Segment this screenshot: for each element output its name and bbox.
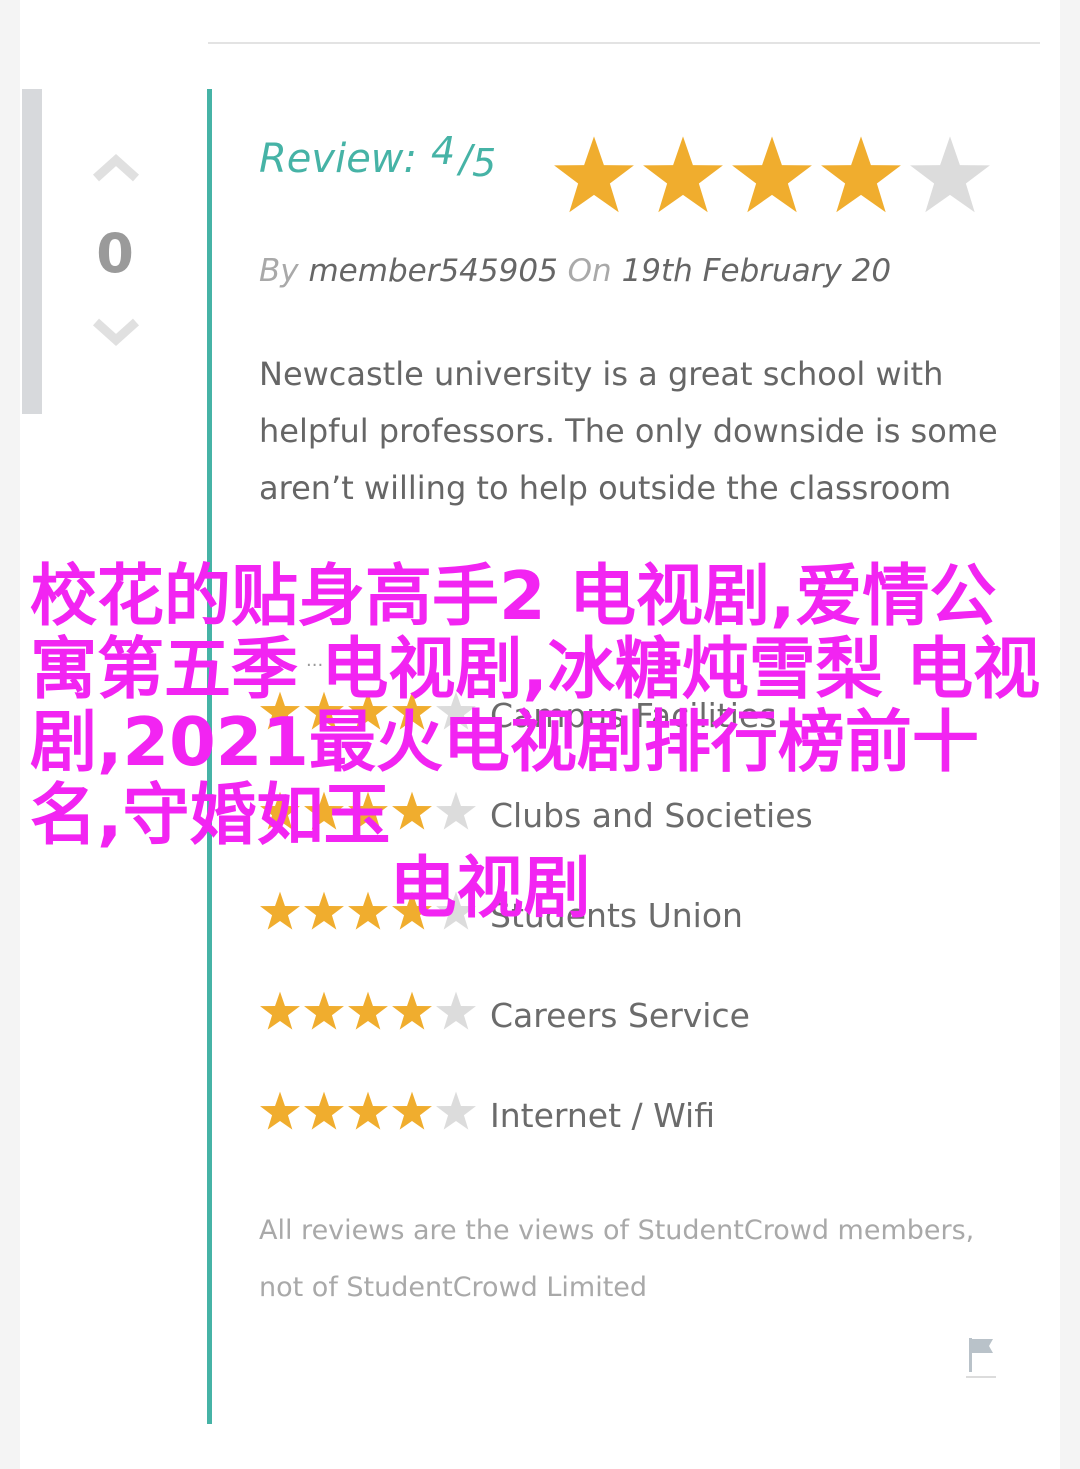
- vote-sidebar-bar: [22, 89, 42, 414]
- review-byline: By member545905 On 19th February 20: [259, 253, 891, 289]
- star-filled-icon: [392, 1091, 432, 1130]
- overall-star-rating: [550, 133, 995, 217]
- review-score-heading: Review: 4/5: [259, 129, 497, 185]
- chevron-down-icon[interactable]: [92, 318, 140, 348]
- category-rating-row: Careers Service: [259, 990, 959, 1040]
- review-score: 4: [431, 129, 456, 173]
- disclaimer: All reviews are the views of StudentCrow…: [259, 1215, 975, 1303]
- star-filled-icon: [260, 991, 300, 1030]
- review-author[interactable]: member545905: [308, 253, 557, 289]
- chevron-up-icon[interactable]: [92, 152, 140, 182]
- review-body: Newcastle university is a great school w…: [259, 355, 998, 507]
- review-score-slash: /: [459, 137, 472, 181]
- overlay-banner-text: 校花的贴身高手2 电视剧,爱情公寓第五季 电视剧,冰糖炖雪梨 电视剧,2021最…: [30, 560, 1050, 925]
- star-empty-icon: [436, 1091, 476, 1130]
- flag-icon[interactable]: [966, 1336, 996, 1380]
- star-filled-icon: [260, 1091, 300, 1130]
- category-label: Careers Service: [490, 996, 750, 1035]
- star-filled-icon: [732, 136, 812, 213]
- review-date: 19th February 20: [621, 253, 892, 289]
- vote-count: 0: [96, 222, 134, 285]
- star-filled-icon: [554, 136, 634, 213]
- star-filled-icon: [392, 991, 432, 1030]
- category-star-rating: [259, 1090, 479, 1136]
- by-label: By: [259, 253, 299, 289]
- star-filled-icon: [348, 1091, 388, 1130]
- review-score-max: 5: [472, 141, 497, 185]
- top-divider: [208, 42, 1040, 44]
- star-filled-icon: [348, 991, 388, 1030]
- star-filled-icon: [304, 1091, 344, 1130]
- overlay-last-line: 电视剧: [389, 849, 591, 927]
- review-label: Review:: [259, 136, 417, 182]
- overlay-text: 校花的贴身高手2 电视剧,爱情公寓第五季 电视剧,冰糖炖雪梨 电视剧,2021最…: [30, 557, 1041, 854]
- category-rating-row: Internet / Wifi: [259, 1090, 959, 1140]
- star-empty-icon: [436, 991, 476, 1030]
- category-label: Internet / Wifi: [490, 1096, 715, 1135]
- star-filled-icon: [643, 136, 723, 213]
- star-empty-icon: [910, 136, 990, 213]
- star-filled-icon: [821, 136, 901, 213]
- on-label: On: [567, 253, 612, 289]
- category-star-rating: [259, 990, 479, 1036]
- star-filled-icon: [304, 991, 344, 1030]
